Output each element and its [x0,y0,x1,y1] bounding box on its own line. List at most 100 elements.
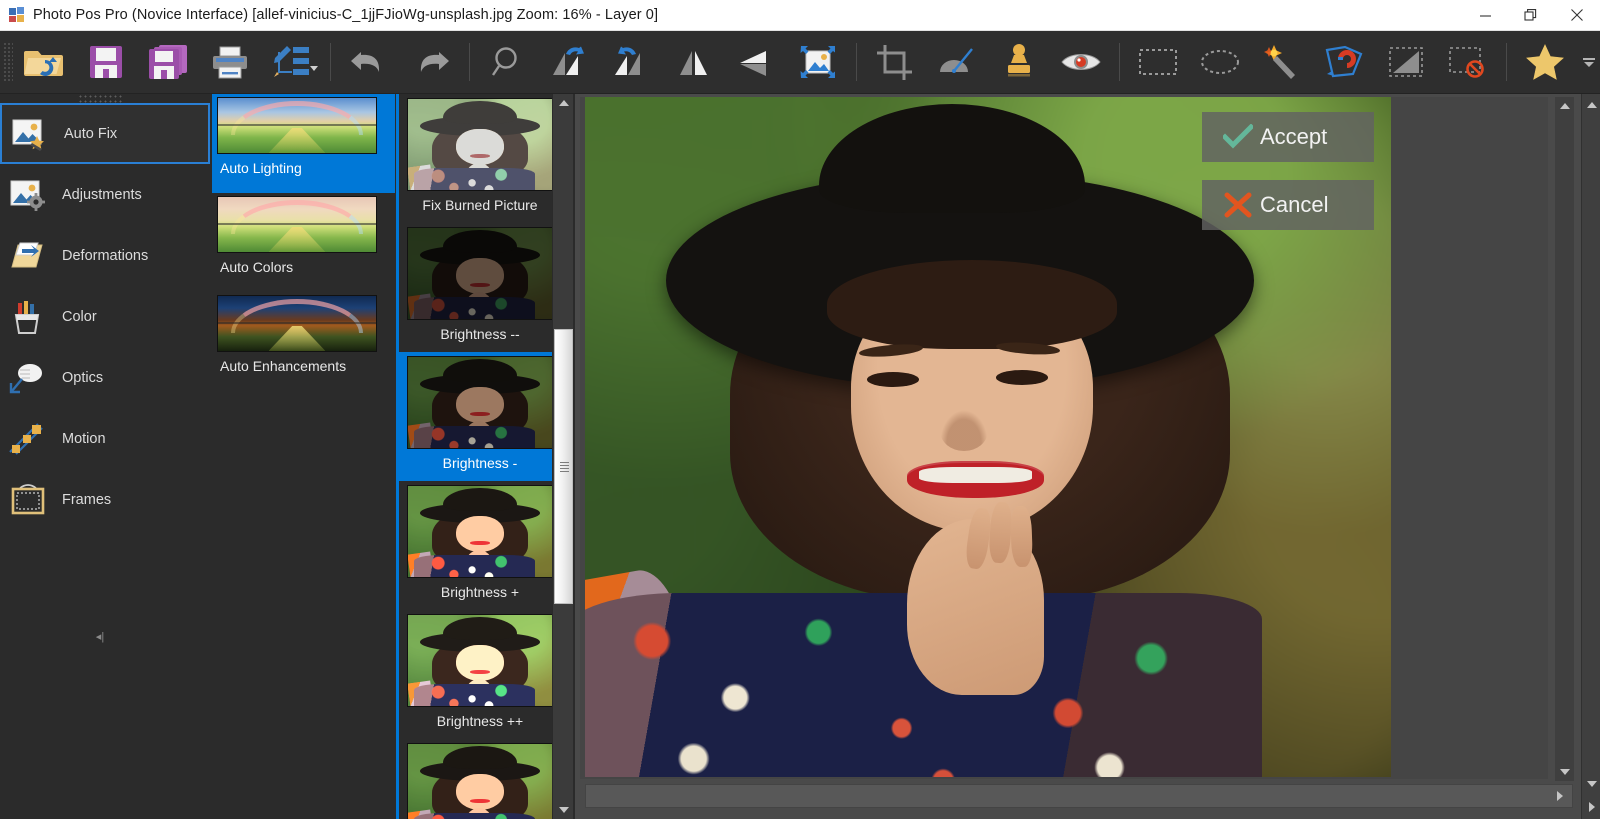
scrollbar-thumb[interactable] [554,329,573,604]
category-thumbnail [217,295,377,352]
window-scroll-down-arrow[interactable] [1582,775,1600,793]
sidebar-item-color[interactable]: Color [0,286,210,347]
canvas-vertical-scrollbar[interactable] [1555,97,1574,781]
scroll-up-arrow[interactable] [553,94,574,112]
toolbar-separator [1119,43,1120,81]
preset-thumbnail [407,485,553,578]
preset-item-brightness-minus-minus[interactable]: Brightness -- [399,223,561,352]
app-icon [9,7,25,23]
sidebar-item-motion[interactable]: Motion [0,408,210,469]
window-scroll-up-arrow[interactable] [1582,96,1600,114]
zoom-icon[interactable] [477,34,539,90]
category-label: Auto Colors [220,259,294,275]
accept-label: Accept [1260,124,1328,149]
sidebar-item-label: Motion [62,430,106,447]
motion-icon [6,419,50,459]
window-vertical-scrollbar[interactable] [1581,94,1600,819]
preset-label: Brightness ++ [436,713,524,729]
window-scroll-right-arrow[interactable] [1582,797,1600,817]
flip-vertical-icon[interactable] [663,34,725,90]
chevron-down-icon[interactable] [310,66,318,71]
ellipse-select-icon[interactable] [1189,34,1251,90]
sidebar-item-auto-fix[interactable]: Auto Fix [0,103,210,164]
category-item-auto-enhancements[interactable]: Auto Enhancements [212,292,395,391]
minimize-button[interactable] [1462,0,1508,30]
cancel-label: Cancel [1260,192,1329,217]
category-item-auto-lighting[interactable]: Auto Lighting [212,94,395,193]
category-thumbnail [217,97,377,154]
sidebar-item-label: Color [62,308,97,325]
adjustments-icon [6,175,50,215]
sidebar-collapse-button[interactable]: ◂| [88,626,112,646]
flip-horizontal-icon[interactable] [725,34,787,90]
gradient-select-icon[interactable] [1375,34,1437,90]
toolbar-separator [856,43,857,81]
category-item-auto-colors[interactable]: Auto Colors [212,193,395,292]
preset-item-brightness-minus[interactable]: Brightness - [399,352,561,481]
toolbar-overflow-button[interactable] [1576,34,1600,90]
sidebar-item-label: Auto Fix [64,125,118,142]
deformations-icon [6,236,50,276]
rect-select-icon[interactable] [1127,34,1189,90]
canvas-horizontal-scrollbar[interactable] [585,784,1573,808]
preset-thumbnail [407,98,553,191]
open-file-icon[interactable] [13,34,75,90]
color-icon [6,297,50,337]
canvas-scroll-up-arrow[interactable] [1555,97,1574,115]
resize-image-icon[interactable] [787,34,849,90]
favorites-icon[interactable] [1514,34,1576,90]
sidebar-item-adjustments[interactable]: Adjustments [0,164,210,225]
save-icon[interactable] [75,34,137,90]
optics-icon [6,358,50,398]
canvas-scroll-down-arrow[interactable] [1555,763,1574,781]
sidebar-item-deformations[interactable]: Deformations [0,225,210,286]
save-as-icon[interactable] [137,34,199,90]
toolbar-separator [330,43,331,81]
redo-icon[interactable] [400,34,462,90]
preset-thumbnail [407,227,553,320]
main-area: Auto Fix Adjustments Deformations Color … [0,94,1600,819]
toolbar-drag-grip[interactable] [3,42,13,82]
preset-thumbnail [407,356,553,449]
rotate-right-icon[interactable] [601,34,663,90]
sidebar-item-label: Deformations [62,247,149,264]
preset-item-brightness-plus[interactable]: Brightness + [399,481,561,610]
magic-wand-icon[interactable] [1251,34,1313,90]
cancel-button[interactable]: Cancel [1202,180,1374,230]
accept-button[interactable]: Accept [1202,112,1374,162]
window-title: Photo Pos Pro (Novice Interface) [allef-… [33,7,659,23]
crop-icon[interactable] [864,34,926,90]
preset-item-partial[interactable] [399,739,561,819]
straighten-icon[interactable] [926,34,988,90]
scroll-down-arrow[interactable] [553,801,574,819]
preset-list-scrollbar[interactable] [552,94,573,819]
frames-icon [6,480,50,520]
preset-item-fix-burned-picture[interactable]: Fix Burned Picture [399,94,561,223]
preset-label: Brightness - [442,455,518,471]
magnetic-lasso-icon[interactable] [1313,34,1375,90]
window-controls [1462,0,1600,30]
restore-button[interactable] [1508,0,1554,30]
close-button[interactable] [1554,0,1600,30]
rotate-left-icon[interactable] [539,34,601,90]
print-icon[interactable] [199,34,261,90]
red-eye-icon[interactable] [1050,34,1112,90]
sidebar-drag-grip[interactable] [78,94,124,103]
category-label: Auto Lighting [220,160,302,176]
canvas-scroll-right-arrow[interactable] [1550,785,1570,807]
undo-icon[interactable] [338,34,400,90]
sidebar: Auto Fix Adjustments Deformations Color … [0,94,210,819]
deselect-icon[interactable] [1437,34,1499,90]
sidebar-item-optics[interactable]: Optics [0,347,210,408]
sidebar-item-label: Optics [62,369,104,386]
preset-list[interactable]: Fix Burned Picture Brightness -- Brightn… [396,94,577,819]
sidebar-item-label: Adjustments [62,186,142,203]
preset-thumbnail [407,614,553,707]
sidebar-item-frames[interactable]: Frames [0,469,210,530]
canvas-viewport[interactable]: Accept Cancel [580,97,1574,808]
batch-script-icon[interactable] [261,34,323,90]
auto-fix-category-panel: Auto Lighting Auto Colors Auto Enhanceme… [212,94,395,819]
preset-item-brightness-plus-plus[interactable]: Brightness ++ [399,610,561,739]
category-label: Auto Enhancements [220,358,347,374]
clone-stamp-icon[interactable] [988,34,1050,90]
